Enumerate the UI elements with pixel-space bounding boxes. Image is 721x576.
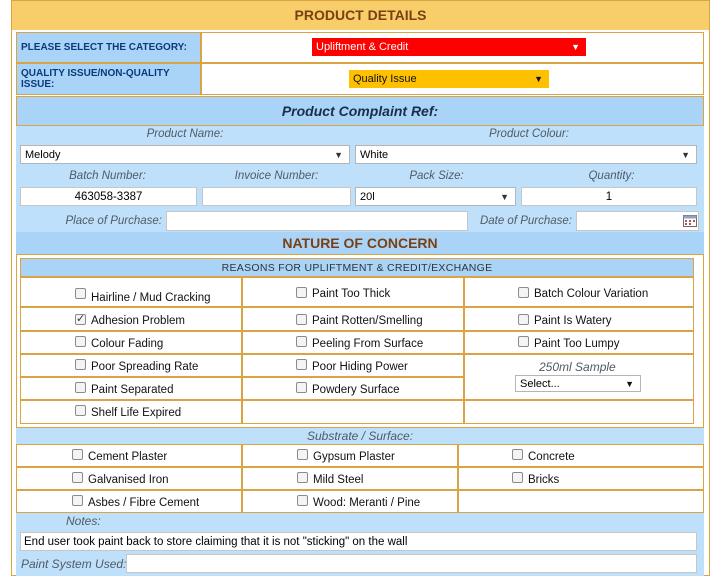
reason-label: Paint Too Lumpy (534, 338, 620, 350)
batch-number-label: Batch Number: (16, 168, 199, 184)
pack-size-value: 20l (360, 190, 375, 203)
reason-label: Shelf Life Expired (91, 407, 182, 419)
substrate-checkbox-mild-steel[interactable] (297, 472, 308, 483)
chevron-down-icon: ▼ (500, 191, 509, 202)
reason-checkbox-powdery[interactable] (296, 382, 307, 393)
place-of-purchase-input[interactable] (166, 211, 468, 231)
product-colour-value: White (360, 148, 389, 161)
date-of-purchase-input[interactable] (576, 211, 699, 231)
substrate-cell (458, 467, 704, 490)
substrate-label: Mild Steel (313, 474, 364, 486)
calendar-icon[interactable] (683, 214, 697, 227)
reason-checkbox-adhesion[interactable] (75, 312, 86, 325)
reason-checkbox-colour-fading[interactable] (75, 336, 86, 347)
substrate-label: Wood: Meranti / Pine (313, 497, 421, 509)
reason-checkbox-shelf-life[interactable] (75, 405, 86, 416)
substrate-label: Gypsum Plaster (313, 451, 395, 463)
notes-label: Notes: (66, 514, 101, 528)
reason-checkbox-peeling[interactable] (296, 336, 307, 347)
product-colour-select[interactable]: White ▼ (355, 145, 697, 164)
product-name-value: Melody (25, 148, 61, 161)
reason-label: Paint Rotten/Smelling (312, 315, 423, 327)
substrate-label: Bricks (528, 474, 560, 486)
reason-label: Adhesion Problem (91, 315, 185, 327)
sample-select-value: Select... (520, 377, 560, 390)
reason-label: Hairline / Mud Cracking (91, 292, 211, 304)
substrate-title: Substrate / Surface: (16, 428, 704, 444)
quality-select[interactable]: Quality Issue ▼ (349, 70, 549, 88)
reason-checkbox-hairline[interactable] (75, 288, 86, 299)
paint-system-label: Paint System Used: (21, 557, 127, 571)
substrate-label: Concrete (528, 451, 575, 463)
reason-checkbox-watery[interactable] (518, 314, 529, 325)
product-colour-label: Product Colour: (354, 126, 704, 142)
reason-checkbox-batch-colour[interactable] (518, 287, 529, 298)
empty-cell (458, 490, 704, 513)
nature-of-concern-title: NATURE OF CONCERN (16, 232, 704, 254)
chevron-down-icon: ▼ (681, 149, 690, 160)
reason-label: Powdery Surface (312, 384, 400, 396)
substrate-checkbox-concrete[interactable] (512, 449, 523, 460)
chevron-down-icon: ▼ (334, 149, 343, 160)
quality-select-value: Quality Issue (353, 73, 417, 85)
reason-checkbox-too-thick[interactable] (296, 287, 307, 298)
sample-select[interactable]: Select... ▼ (515, 375, 641, 392)
reason-label: Paint Too Thick (312, 288, 391, 300)
reason-label: Poor Spreading Rate (91, 361, 199, 373)
paint-system-input[interactable] (126, 554, 697, 573)
invoice-number-input[interactable] (202, 187, 351, 206)
substrate-checkbox-galvanised[interactable] (72, 472, 83, 483)
substrate-checkbox-bricks[interactable] (512, 472, 523, 483)
chevron-down-icon: ▼ (625, 378, 634, 389)
product-name-select[interactable]: Melody ▼ (20, 145, 350, 164)
quality-label: QUALITY ISSUE/NON-QUALITY ISSUE: (16, 63, 201, 95)
reasons-title: REASONS FOR UPLIFTMENT & CREDIT/EXCHANGE (20, 258, 694, 277)
place-of-purchase-label: Place of Purchase: (65, 215, 162, 227)
substrate-cell (458, 444, 704, 467)
reason-checkbox-rotten[interactable] (296, 314, 307, 325)
reason-label: Poor Hiding Power (312, 361, 408, 373)
complaint-ref-header: Product Complaint Ref: (16, 96, 704, 126)
pack-size-label: Pack Size: (354, 168, 519, 184)
reason-label: Paint Separated (91, 384, 174, 396)
reason-label: Colour Fading (91, 338, 164, 350)
category-select[interactable]: Upliftment & Credit ▼ (312, 38, 586, 56)
quantity-label: Quantity: (519, 168, 704, 184)
product-name-label: Product Name: (16, 126, 354, 142)
reason-label: Paint Is Watery (534, 315, 612, 327)
reason-checkbox-separated[interactable] (75, 382, 86, 393)
batch-number-input[interactable]: 463058-3387 (20, 187, 197, 206)
substrate-checkbox-gypsum[interactable] (297, 449, 308, 460)
reason-checkbox-hiding[interactable] (296, 359, 307, 370)
substrate-label: Asbes / Fibre Cement (88, 497, 200, 509)
category-select-value: Upliftment & Credit (316, 41, 409, 53)
substrate-label: Galvanised Iron (88, 474, 169, 486)
category-label: PLEASE SELECT THE CATEGORY: (16, 32, 201, 63)
reason-label: Batch Colour Variation (534, 288, 649, 300)
reason-checkbox-spreading[interactable] (75, 359, 86, 370)
complaint-ref-title: Product Complaint Ref: (281, 103, 439, 119)
page-title: PRODUCT DETAILS (12, 1, 709, 30)
quantity-input[interactable]: 1 (521, 187, 697, 206)
chevron-down-icon: ▼ (571, 42, 580, 52)
chevron-down-icon: ▼ (534, 74, 543, 84)
reason-checkbox-lumpy[interactable] (518, 336, 529, 347)
substrate-checkbox-cement[interactable] (72, 449, 83, 460)
sample-label: 250ml Sample (539, 360, 616, 374)
substrate-checkbox-asbes[interactable] (72, 495, 83, 506)
notes-input[interactable]: End user took paint back to store claimi… (20, 532, 697, 551)
substrate-checkbox-wood[interactable] (297, 495, 308, 506)
pack-size-select[interactable]: 20l ▼ (355, 187, 516, 206)
invoice-number-label: Invoice Number: (199, 168, 354, 184)
empty-cell (464, 400, 694, 424)
date-of-purchase-label: Date of Purchase: (479, 215, 572, 227)
reason-cell (242, 400, 464, 424)
substrate-label: Cement Plaster (88, 451, 168, 463)
reason-label: Peeling From Surface (312, 338, 424, 350)
